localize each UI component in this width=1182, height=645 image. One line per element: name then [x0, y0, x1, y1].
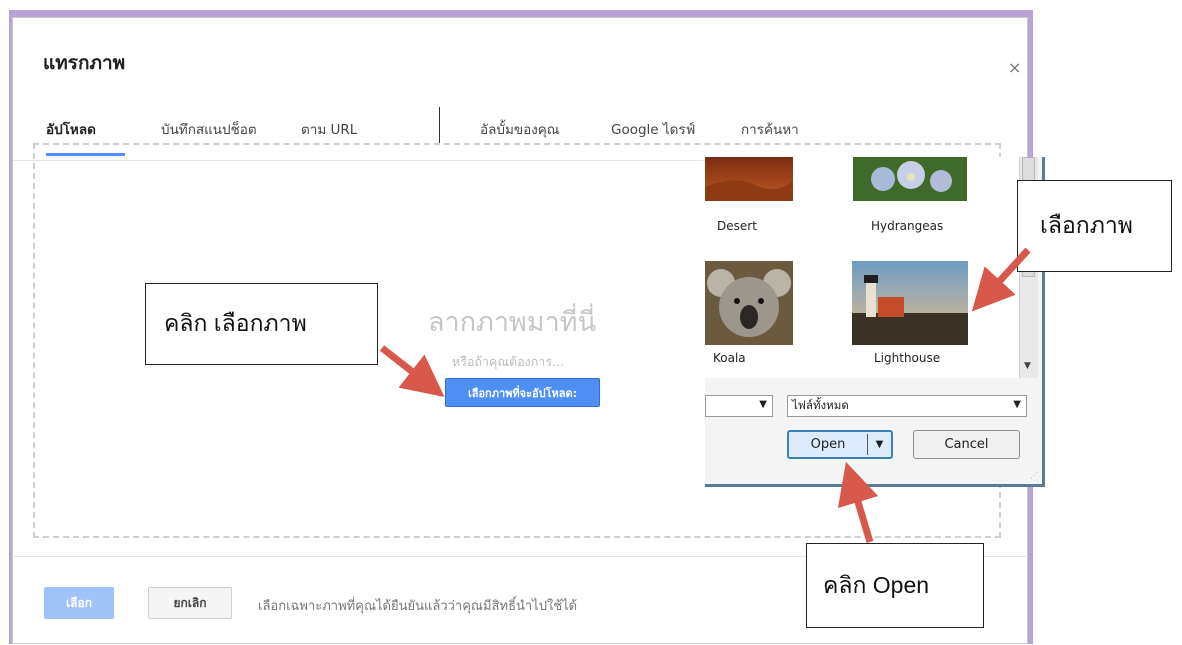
annotation-arrows — [379, 247, 1031, 544]
arrow-to-open-button — [837, 461, 879, 544]
arrow-to-choose-button — [379, 345, 445, 397]
arrow-to-lighthouse — [971, 247, 1031, 312]
